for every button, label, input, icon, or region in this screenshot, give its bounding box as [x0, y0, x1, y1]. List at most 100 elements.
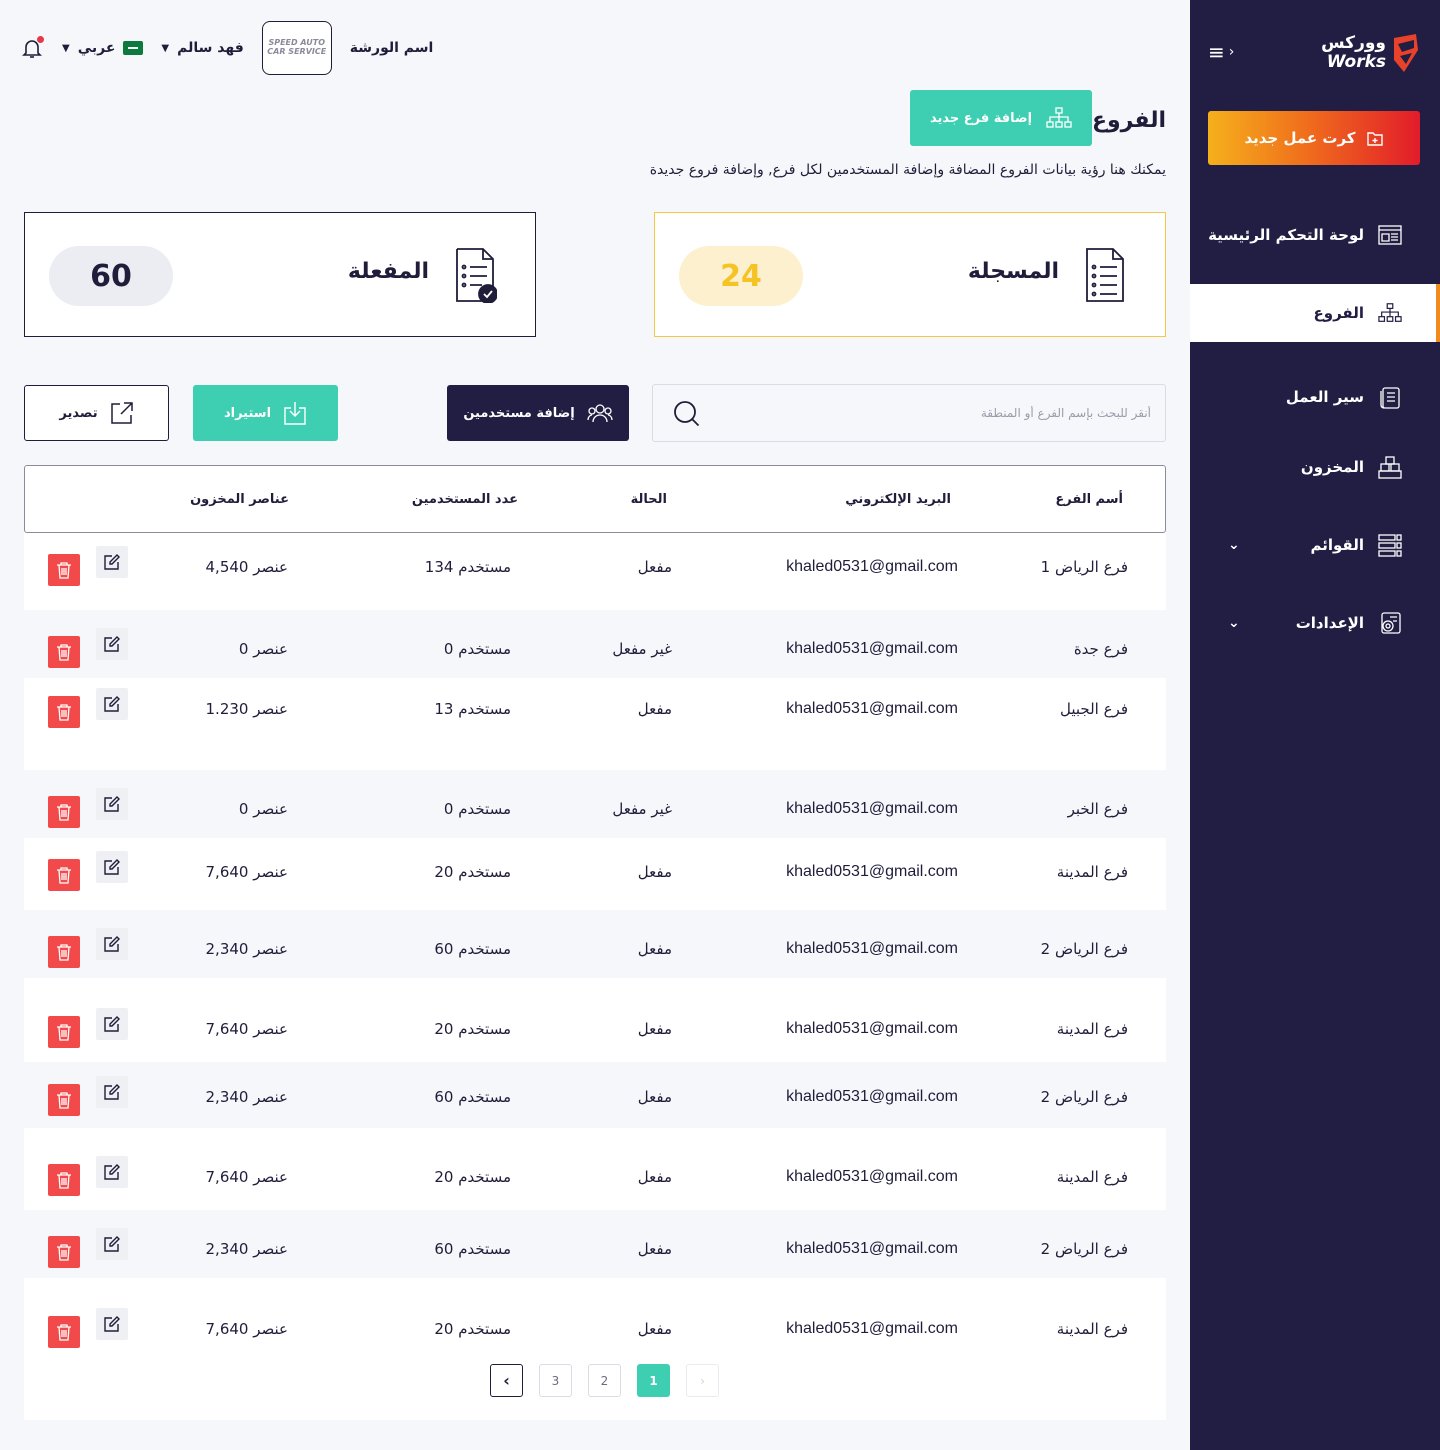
- edit-button[interactable]: [96, 1156, 128, 1188]
- add-branch-label: إضافة فرع جديد: [929, 110, 1033, 126]
- sidebar-item-label: الفروع: [1313, 304, 1364, 322]
- search-icon[interactable]: [673, 400, 701, 428]
- trash-icon: [57, 1244, 71, 1261]
- page-1[interactable]: 1: [637, 1364, 670, 1397]
- edit-button[interactable]: [96, 628, 128, 660]
- import-button[interactable]: استيراد: [193, 385, 338, 441]
- table-row: فرع المدينة khaled0531@gmail.com مفعل 20 مس…: [24, 838, 1166, 910]
- trash-icon: [57, 867, 71, 884]
- sidebar-item-settings[interactable]: ⌄ الإعدادات: [1190, 588, 1440, 658]
- delete-button[interactable]: [48, 1316, 80, 1348]
- brand-logo[interactable]: ووركس Works: [1321, 32, 1420, 74]
- cell-status: مفعل: [637, 1088, 672, 1106]
- delete-button[interactable]: [48, 1016, 80, 1048]
- edit-button[interactable]: [96, 851, 128, 883]
- cell-stock-items: 4,540 عنصر: [205, 558, 288, 576]
- delete-button[interactable]: [48, 796, 80, 828]
- page-3[interactable]: 3: [539, 1364, 572, 1397]
- edit-button[interactable]: [96, 1008, 128, 1040]
- delete-button[interactable]: [48, 1084, 80, 1116]
- workshop-logo[interactable]: SPEED AUTO CAR SERVICE: [261, 21, 332, 75]
- header-users-count: عدد المستخدمين: [411, 492, 518, 507]
- delete-button[interactable]: [48, 636, 80, 668]
- delete-button[interactable]: [48, 1236, 80, 1268]
- branches-icon: [1046, 107, 1072, 128]
- cell-email: khaled0531@gmail.com: [786, 558, 958, 575]
- sidebar-item-inventory[interactable]: المخزون: [1190, 432, 1440, 502]
- edit-button[interactable]: [96, 788, 128, 820]
- add-users-button[interactable]: إضافة مستخدمين: [447, 385, 629, 441]
- cell-status: غير مفعل: [612, 800, 672, 818]
- delete-button[interactable]: [48, 936, 80, 968]
- edit-icon: [104, 796, 120, 812]
- edit-button[interactable]: [96, 546, 128, 578]
- sidebar-item-label: الإعدادات: [1295, 614, 1364, 632]
- cell-stock-items: 7,640 عنصر: [205, 1020, 288, 1038]
- edit-icon: [104, 696, 120, 712]
- chevron-right-icon: ›: [1228, 44, 1235, 60]
- cell-email: khaled0531@gmail.com: [786, 1240, 958, 1257]
- sidebar-toggle[interactable]: ≡ ›: [1208, 40, 1234, 64]
- table-row: فرع المدينة khaled0531@gmail.com مفعل 20 مس…: [24, 1128, 1166, 1210]
- search-input[interactable]: [715, 385, 1165, 441]
- add-branch-button[interactable]: إضافة فرع جديد: [910, 90, 1092, 146]
- cell-email: khaled0531@gmail.com: [786, 1320, 958, 1337]
- sidebar-item-workflow[interactable]: سير العمل: [1190, 362, 1440, 432]
- notifications-bell-icon[interactable]: [20, 36, 44, 60]
- delete-button[interactable]: [48, 554, 80, 586]
- export-button[interactable]: تصدير: [24, 385, 169, 441]
- trash-icon: [57, 562, 71, 579]
- cell-users-count: 0 مستخدم: [443, 800, 511, 818]
- registered-label: المسجلة: [967, 259, 1059, 284]
- edit-icon: [104, 1016, 120, 1032]
- cell-status: مفعل: [637, 1240, 672, 1258]
- cell-email: khaled0531@gmail.com: [786, 863, 958, 880]
- caret-down-icon: ▼: [161, 42, 170, 54]
- pagination: ‹ 3 2 1 ›: [490, 1364, 719, 1397]
- sidebar-item-branches[interactable]: الفروع: [1190, 284, 1440, 342]
- table-row: فرع الخبر khaled0531@gmail.com غير مفعل 0 م…: [24, 770, 1166, 838]
- document-check-icon: [456, 248, 497, 303]
- cell-email: khaled0531@gmail.com: [786, 1168, 958, 1185]
- edit-button[interactable]: [96, 688, 128, 720]
- edit-button[interactable]: [96, 1076, 128, 1108]
- cell-status: مفعل: [637, 863, 672, 881]
- delete-button[interactable]: [48, 696, 80, 728]
- sidebar-item-lists[interactable]: ⌄ القوائم: [1190, 502, 1440, 588]
- pagination-next-chevron-left-icon[interactable]: ‹: [490, 1364, 523, 1397]
- cell-stock-items: 0 عنصر: [238, 800, 288, 818]
- trash-icon: [57, 1024, 71, 1041]
- delete-button[interactable]: [48, 859, 80, 891]
- language-selector[interactable]: ▼ عربي: [62, 40, 144, 56]
- cell-branch-name: فرع الجبيل: [1060, 700, 1128, 718]
- delete-button[interactable]: [48, 1164, 80, 1196]
- main-content: ▼ عربي ▼ فهد سالم SPEED AUTO CAR SERVICE…: [0, 0, 1190, 1450]
- pagination-prev-chevron-right-icon[interactable]: ›: [686, 1364, 719, 1397]
- new-job-card-button[interactable]: كرت عمل جديد: [1208, 111, 1420, 165]
- cell-email: khaled0531@gmail.com: [786, 1020, 958, 1037]
- cell-users-count: 20 مستخدم: [434, 1168, 511, 1186]
- page-title: الفروع: [1091, 108, 1166, 133]
- workshop-name-label: اسم الورشة: [349, 40, 434, 56]
- sidebar-item-label: سير العمل: [1285, 388, 1364, 406]
- cell-branch-name: فرع الرياض 1: [1040, 558, 1128, 576]
- cell-email: khaled0531@gmail.com: [786, 800, 958, 817]
- table-header: أسم الفرع البريد الإلكتروني الحالة عدد ا…: [24, 465, 1166, 533]
- edit-icon: [104, 859, 120, 875]
- sidebar-item-dashboard[interactable]: لوحة التحكم الرئيسية: [1190, 200, 1440, 270]
- brand-text: ووركس Works: [1321, 35, 1386, 71]
- cell-status: مفعل: [637, 1168, 672, 1186]
- edit-button[interactable]: [96, 928, 128, 960]
- cell-status: مفعل: [637, 700, 672, 718]
- edit-button[interactable]: [96, 1308, 128, 1340]
- cell-stock-items: 0 عنصر: [238, 640, 288, 658]
- language-label: عربي: [77, 40, 116, 56]
- edit-icon: [104, 1164, 120, 1180]
- edit-icon: [104, 554, 120, 570]
- table-row: فرع الرياض 2 khaled0531@gmail.com مفعل 60 م…: [24, 1210, 1166, 1278]
- cell-branch-name: فرع الرياض 2: [1040, 940, 1128, 958]
- user-menu[interactable]: ▼ فهد سالم: [161, 40, 243, 56]
- user-name: فهد سالم: [177, 40, 244, 56]
- edit-button[interactable]: [96, 1228, 128, 1260]
- page-2[interactable]: 2: [588, 1364, 621, 1397]
